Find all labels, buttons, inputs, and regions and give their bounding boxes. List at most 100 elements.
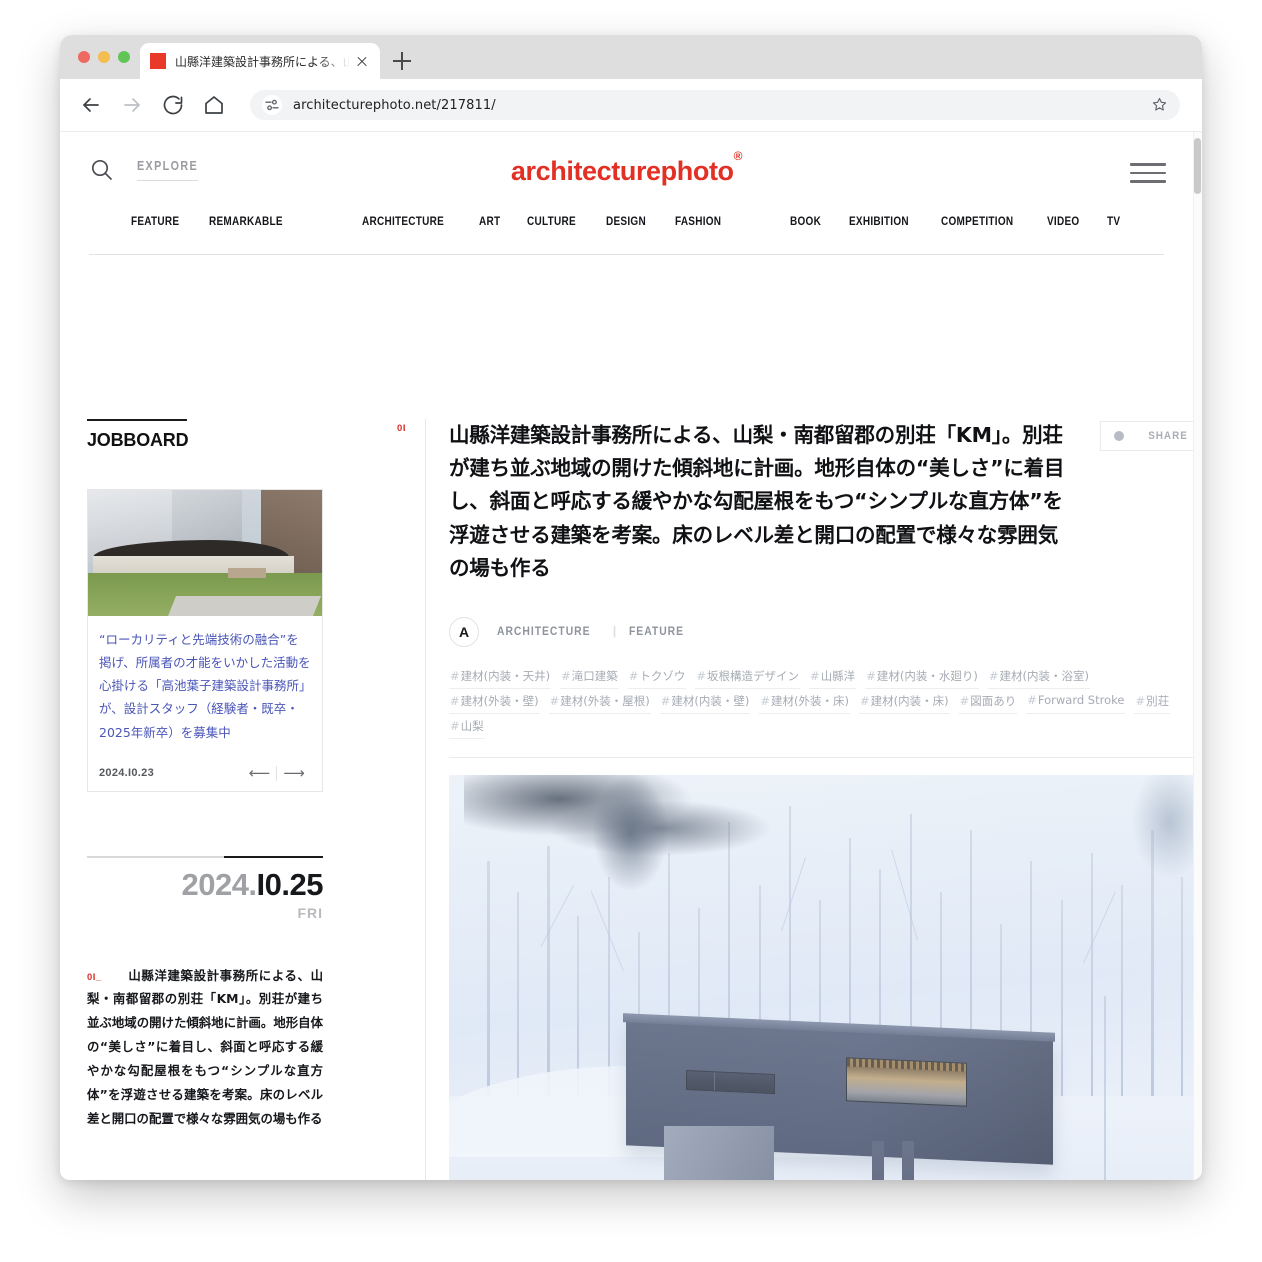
nav-item-tv[interactable]: TV xyxy=(1107,216,1120,228)
article-header-body: 山縣洋建築設計事務所による、山梨・南都留郡の別荘「KM」。別荘が建ち並ぶ地域の開… xyxy=(449,419,1202,1180)
tag-item[interactable]: #建材(内装・床) xyxy=(859,689,950,715)
nav-item-fashion[interactable]: FASHION xyxy=(675,216,721,228)
tag-item[interactable]: #建材(外装・床) xyxy=(759,689,850,715)
browser-tab[interactable]: 山縣洋建築設計事務所による、山 xyxy=(140,43,380,79)
tag-label: 建材(内装・浴室) xyxy=(999,669,1089,684)
sidebar-date-divider xyxy=(87,855,324,858)
main-column: 0I 山縣洋建築設計事務所による、山梨・南都留郡の別荘「KM」。別荘が建ち並ぶ地… xyxy=(397,419,1202,1180)
jobboard-card[interactable]: “ローカリティと先端技術の融合”を掲げ、所属者の才能をいかした活動を心掛ける「高… xyxy=(87,489,323,792)
registered-mark-icon: ® xyxy=(733,148,743,163)
nav-item-remarkable[interactable]: REMARKABLE xyxy=(209,216,283,228)
nav-item-competition[interactable]: COMPETITION xyxy=(941,216,1013,228)
tag-label: 建材(内装・壁) xyxy=(671,694,750,709)
forward-button[interactable] xyxy=(117,90,147,120)
nav-item-feature[interactable]: FEATURE xyxy=(131,216,179,228)
web-page: EXPLORE architecturephoto® FEATURE REMAR… xyxy=(60,132,1202,1180)
close-tab-icon[interactable] xyxy=(354,53,370,69)
jobboard-next-arrow-icon[interactable]: ⟶ xyxy=(277,766,311,781)
sidebar-article-excerpt[interactable]: 0I_ 山縣洋建築設計事務所による、山梨・南都留郡の別荘「KM」。別荘が建ち並ぶ地… xyxy=(87,964,323,1131)
nav-item-culture[interactable]: CULTURE xyxy=(527,216,576,228)
tag-item[interactable]: #トクゾウ xyxy=(627,664,687,690)
sidebar-article-text: 山縣洋建築設計事務所による、山梨・南都留郡の別荘「KM」。別荘が建ち並ぶ地域の開… xyxy=(87,967,323,1126)
site-logo[interactable]: architecturephoto® xyxy=(60,149,1193,187)
share-button[interactable]: SHARE xyxy=(1100,421,1202,451)
utility-pole xyxy=(1103,995,1106,1180)
tag-label: 山梨 xyxy=(460,719,484,734)
tag-label: Forward Stroke xyxy=(1037,693,1125,708)
architecture-badge-icon: A xyxy=(449,617,479,648)
tag-item[interactable]: #建材(外装・屋根) xyxy=(548,689,651,715)
tag-item[interactable]: #滝口建築 xyxy=(560,664,619,690)
page-viewport: EXPLORE architecturephoto® FEATURE REMAR… xyxy=(60,131,1202,1180)
tab-title: 山縣洋建築設計事務所による、山 xyxy=(175,54,350,69)
tag-item[interactable]: #Forward Stroke xyxy=(1026,689,1126,715)
concrete-pier xyxy=(664,1126,774,1180)
maximize-window-button[interactable] xyxy=(118,51,130,63)
tag-label: トクゾウ xyxy=(639,669,686,684)
small-window xyxy=(686,1069,776,1094)
tag-item[interactable]: #建材(内装・浴室) xyxy=(987,664,1090,690)
support-column-b xyxy=(902,1141,915,1180)
nav-item-design[interactable]: DESIGN xyxy=(606,216,646,228)
tag-item[interactable]: #建材(内装・壁) xyxy=(659,689,751,715)
category-link-architecture[interactable]: ARCHITECTURE xyxy=(497,626,591,638)
home-button[interactable] xyxy=(199,90,229,120)
category-separator: | xyxy=(612,626,618,639)
share-label: SHARE xyxy=(1148,430,1188,442)
article-header: 0I 山縣洋建築設計事務所による、山梨・南都留郡の別荘「KM」。別荘が建ち並ぶ地… xyxy=(397,419,1202,1180)
browser-toolbar: architecturephoto.net/217811/ xyxy=(60,79,1202,131)
site-settings-icon[interactable] xyxy=(262,95,282,115)
reload-button[interactable] xyxy=(158,90,188,120)
back-button[interactable] xyxy=(76,90,106,120)
url-text: architecturephoto.net/217811/ xyxy=(293,97,496,113)
address-bar[interactable]: architecturephoto.net/217811/ xyxy=(250,90,1180,120)
bookmark-star-icon[interactable] xyxy=(1151,96,1168,113)
main-navigation: FEATURE REMARKABLE ARCHITECTURE ART CULT… xyxy=(60,216,1193,228)
jobboard-prev-arrow-icon[interactable]: ⟵ xyxy=(243,765,277,781)
jobboard-card-title[interactable]: “ローカリティと先端技術の融合”を掲げ、所属者の才能をいかした活動を心掛ける「高… xyxy=(99,628,311,744)
tag-item[interactable]: #山縣洋 xyxy=(809,664,857,690)
tag-label: 建材(内装・床) xyxy=(870,694,949,709)
tag-item[interactable]: #建材(内装・水廻り) xyxy=(865,664,979,690)
minimize-window-button[interactable] xyxy=(98,51,110,63)
tag-item[interactable]: #建材(内装・天井) xyxy=(449,664,552,690)
nav-item-art[interactable]: ART xyxy=(479,216,500,228)
nav-item-exhibition[interactable]: EXHIBITION xyxy=(849,216,909,228)
tag-label: 建材(外装・壁) xyxy=(460,694,539,709)
sidebar-date-block: 2024.I0.25 FRI xyxy=(87,855,324,921)
site-header: EXPLORE architecturephoto® FEATURE REMAR… xyxy=(60,132,1193,257)
tag-item[interactable]: #図面あり xyxy=(958,689,1018,715)
nav-item-video[interactable]: VIDEO xyxy=(1047,216,1079,228)
close-window-button[interactable] xyxy=(78,51,90,63)
page-scrollbar[interactable] xyxy=(1193,132,1202,1180)
sidebar-date: 2024.I0.25 xyxy=(87,867,323,903)
tag-label: 建材(外装・屋根) xyxy=(560,694,650,709)
header-divider xyxy=(89,254,1164,255)
sidebar-date-yearmonth: 2024. xyxy=(181,866,257,902)
article-category-row: A ARCHITECTURE | FEATURE xyxy=(449,617,1202,648)
browser-titlebar: 山縣洋建築設計事務所による、山 xyxy=(60,35,1202,79)
nav-group-primary: FEATURE REMARKABLE xyxy=(131,216,294,228)
sidebar-date-weekday: FRI xyxy=(297,904,323,921)
tag-label: 山縣洋 xyxy=(820,669,856,684)
tag-item[interactable]: #建材(外装・壁) xyxy=(449,689,540,715)
category-link-feature[interactable]: FEATURE xyxy=(629,626,684,638)
tag-item[interactable]: #山梨 xyxy=(449,714,485,740)
hero-photo[interactable] xyxy=(449,775,1202,1180)
large-window xyxy=(846,1056,968,1106)
jobboard-card-meta: 2024.I0.23 ⟵ ⟶ xyxy=(99,765,311,781)
tag-item[interactable]: #坂根構造デザイン xyxy=(695,664,801,690)
page-title: 山縣洋建築設計事務所による、山梨・南都留郡の別荘「KM」。別荘が建ち並ぶ地域の開… xyxy=(449,423,1065,580)
tag-label: 滝口建築 xyxy=(571,669,618,684)
jobboard-heading: JOBBOARD xyxy=(87,419,189,451)
favicon-icon xyxy=(150,53,166,69)
new-tab-icon[interactable] xyxy=(393,52,411,70)
article-categories: ARCHITECTURE | FEATURE xyxy=(497,626,690,638)
tag-label: 建材(外装・床) xyxy=(771,694,849,709)
tag-item[interactable]: #別荘 xyxy=(1134,689,1171,715)
scrollbar-thumb[interactable] xyxy=(1194,138,1201,194)
nav-item-architecture[interactable]: ARCHITECTURE xyxy=(362,216,444,228)
hamburger-menu-icon[interactable] xyxy=(1130,163,1166,183)
nav-item-book[interactable]: BOOK xyxy=(790,216,821,228)
tag-label: 建材(内装・天井) xyxy=(460,669,551,684)
